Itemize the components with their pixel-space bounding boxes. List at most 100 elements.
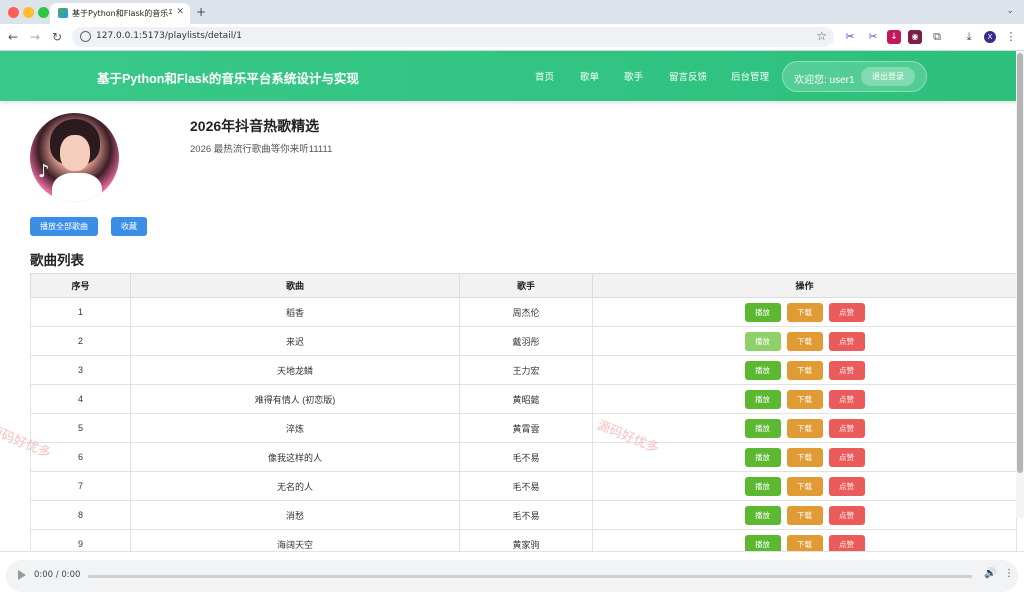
song-artist: 黄昭懿 [459,384,593,414]
table-row: 9 海阔天空 黄家驹 播放 下载 点赞 [30,529,1017,551]
nav-item-feedback[interactable]: 留言反馈 [669,69,707,83]
song-actions: 播放 下载 点赞 [592,500,1017,530]
user-box: 欢迎您: user1 退出登录 [782,61,927,92]
forward-arrow-icon[interactable]: → [30,30,40,44]
welcome-text: 欢迎您: user1 [794,75,855,86]
audio-play-icon[interactable] [18,570,26,580]
maximize-window-button[interactable] [38,7,49,18]
back-arrow-icon[interactable]: ← [8,30,18,44]
tab-search-icon[interactable]: ⌄ [1006,6,1014,16]
download-button[interactable]: 下载 [786,302,823,322]
song-title: 像我这样的人 [130,442,460,472]
song-number: 2 [30,326,131,356]
song-artist: 毛不易 [459,471,593,501]
browser-tab[interactable]: 基于Python和Flask的音乐平台 ✕ [50,3,190,24]
audio-progress-slider[interactable] [88,575,972,578]
more-options-icon[interactable]: ⋮ [1004,568,1014,579]
like-button[interactable]: 点赞 [828,302,865,322]
download-button[interactable]: 下载 [786,389,823,409]
play-button[interactable]: 播放 [744,331,781,351]
song-title: 稻香 [130,297,460,327]
tiktok-logo-icon: ♪ [38,161,50,182]
play-button[interactable]: 播放 [744,360,781,380]
nav-item-admin[interactable]: 后台管理 [731,69,769,83]
nav-item-playlists[interactable]: 歌单 [580,69,599,83]
column-header-artist: 歌手 [459,273,593,298]
play-button[interactable]: 播放 [744,418,781,438]
tab-title: 基于Python和Flask的音乐平台 [72,9,172,18]
download-button[interactable]: 下载 [786,447,823,467]
site-favicon-icon [58,8,68,18]
playlist-description: 2026 最热流行歌曲等你来听11111 [190,144,333,155]
song-table: 序号 歌曲 歌手 操作 1 稻香 周杰伦 播放 下载 点赞 2 来迟 戴羽彤 播放 下载 点赞 3 天地龙… [30,273,1017,551]
song-number: 3 [30,355,131,385]
audio-player: 0:00 / 0:00 🔊 ⋮ [6,560,1018,592]
extension-download-icon[interactable]: ↓ [887,30,901,44]
new-tab-icon[interactable]: + [196,5,206,19]
tab-close-icon[interactable]: ✕ [176,7,184,17]
song-actions: 播放 下载 点赞 [592,326,1017,356]
like-button[interactable]: 点赞 [828,331,865,351]
profile-avatar[interactable]: X [984,31,996,43]
favorite-button[interactable]: 收藏 [111,217,147,236]
song-title: 海阔天空 [130,529,460,551]
download-button[interactable]: 下载 [786,418,823,438]
site-info-icon[interactable] [80,31,91,42]
bookmark-star-icon[interactable]: ☆ [816,29,827,43]
play-button[interactable]: 播放 [744,505,781,525]
download-button[interactable]: 下载 [786,534,823,551]
extension-scissors-icon[interactable]: ✂ [843,30,857,44]
song-actions: 播放 下载 点赞 [592,384,1017,414]
song-title: 无名的人 [130,471,460,501]
downloads-icon[interactable]: ⤓ [962,30,976,44]
play-button[interactable]: 播放 [744,302,781,322]
audio-time: 0:00 / 0:00 [34,570,81,580]
like-button[interactable]: 点赞 [828,505,865,525]
song-artist: 黄霄雲 [459,413,593,443]
song-title: 淬炼 [130,413,460,443]
song-list-title: 歌曲列表 [30,253,84,268]
like-button[interactable]: 点赞 [828,476,865,496]
playlist-title: 2026年抖音热歌精选 [190,118,320,134]
song-artist: 戴羽彤 [459,326,593,356]
volume-icon[interactable]: 🔊 [984,568,996,579]
play-all-button[interactable]: 播放全部歌曲 [30,217,98,236]
download-button[interactable]: 下载 [786,360,823,380]
table-row: 2 来迟 戴羽彤 播放 下载 点赞 [30,326,1017,356]
song-number: 1 [30,297,131,327]
like-button[interactable]: 点赞 [828,447,865,467]
reload-icon[interactable]: ↻ [52,30,62,44]
page-scrollbar[interactable] [1016,51,1024,518]
like-button[interactable]: 点赞 [828,389,865,409]
nav-item-singers[interactable]: 歌手 [624,69,643,83]
song-number: 5 [30,413,131,443]
column-header-song: 歌曲 [130,273,460,298]
site-title[interactable]: 基于Python和Flask的音乐平台系统设计与实现 [97,68,359,87]
address-bar[interactable]: 127.0.0.1:5173/playlists/detail/1 ☆ [72,27,834,47]
extensions-puzzle-icon[interactable]: ⧉ [930,30,944,44]
logout-button[interactable]: 退出登录 [861,67,915,86]
download-button[interactable]: 下载 [786,331,823,351]
song-artist: 周杰伦 [459,297,593,327]
table-row: 3 天地龙鳞 王力宏 播放 下载 点赞 [30,355,1017,385]
browser-toolbar: ← → ↻ 127.0.0.1:5173/playlists/detail/1 … [0,24,1024,51]
download-button[interactable]: 下载 [786,476,823,496]
table-row: 6 像我这样的人 毛不易 播放 下载 点赞 [30,442,1017,472]
close-window-button[interactable] [8,7,19,18]
like-button[interactable]: 点赞 [828,360,865,380]
extension-app-icon[interactable]: ◉ [908,30,922,44]
play-button[interactable]: 播放 [744,447,781,467]
song-title: 来迟 [130,326,460,356]
like-button[interactable]: 点赞 [828,534,865,551]
play-button[interactable]: 播放 [744,476,781,496]
scrollbar-thumb[interactable] [1017,53,1023,473]
extension-cut-icon[interactable]: ✂ [866,30,880,44]
download-button[interactable]: 下载 [786,505,823,525]
browser-menu-icon[interactable]: ⋮ [1004,30,1018,44]
like-button[interactable]: 点赞 [828,418,865,438]
nav-item-home[interactable]: 首页 [535,69,554,83]
play-button[interactable]: 播放 [744,389,781,409]
url-text[interactable]: 127.0.0.1:5173/playlists/detail/1 [96,31,242,41]
minimize-window-button[interactable] [23,7,34,18]
play-button[interactable]: 播放 [744,534,781,551]
